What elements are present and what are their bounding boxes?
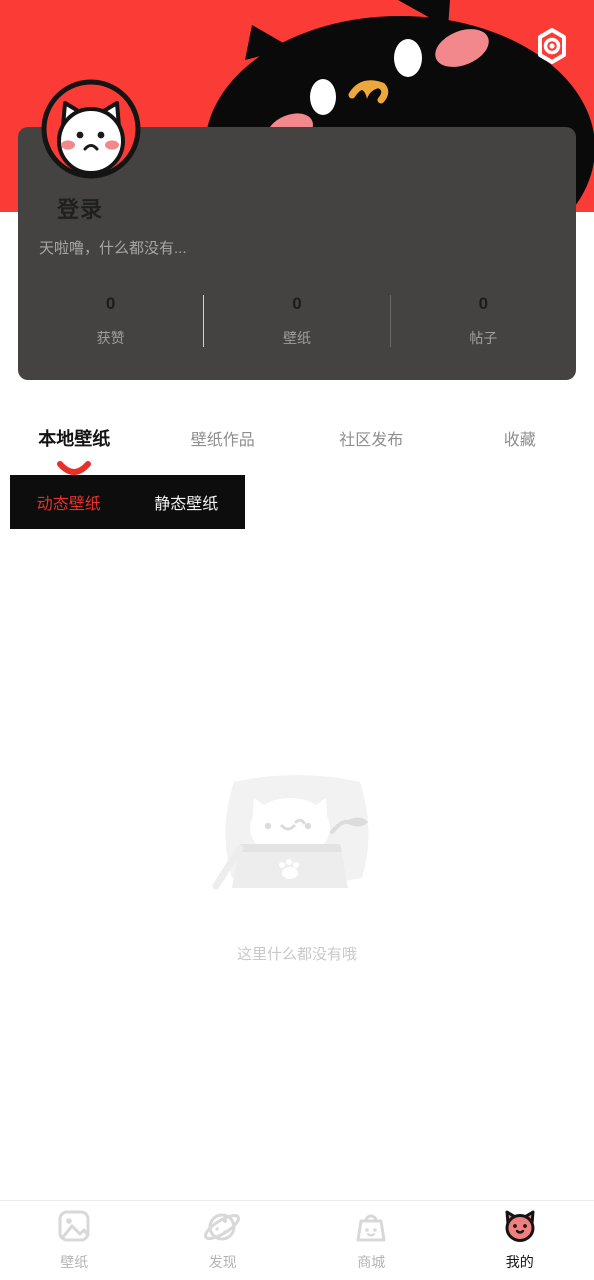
shopping-bag-cat-icon [356, 1214, 386, 1241]
nav-item-wallpaper[interactable]: 壁纸 [0, 1201, 149, 1280]
image-icon [58, 1210, 90, 1241]
nav-item-store[interactable]: 商城 [297, 1201, 446, 1280]
stat-wallpapers-label: 壁纸 [282, 330, 311, 346]
tab-wallpaper-works[interactable]: 壁纸作品 [149, 412, 298, 464]
stat-posts-value: 0 [478, 294, 489, 313]
stat-posts-label: 帖子 [469, 330, 498, 346]
gear-hexagon-icon[interactable] [532, 26, 572, 66]
profile-subtitle: 天啦噜，什么都没有... [39, 240, 187, 257]
subtab-static-wallpaper[interactable]: 静态壁纸 [128, 490, 246, 514]
stat-posts[interactable]: 0 帖子 [391, 294, 576, 348]
nav-item-store-label: 商城 [357, 1253, 386, 1270]
empty-state: 这里什么都没有哦 [0, 770, 594, 964]
subtab-dynamic-wallpaper[interactable]: 动态壁纸 [10, 490, 128, 514]
stat-likes-label: 获赞 [96, 330, 125, 346]
cat-face-icon [505, 1210, 535, 1242]
tab-wallpaper-works-label: 壁纸作品 [190, 432, 255, 449]
main-tab-bar: 本地壁纸 壁纸作品 社区发布 收藏 [0, 412, 594, 475]
stat-wallpapers-value: 0 [292, 294, 302, 313]
tab-local-wallpaper-label: 本地壁纸 [38, 429, 111, 449]
nav-item-mine[interactable]: 我的 [446, 1201, 594, 1280]
stat-likes[interactable]: 0 获赞 [18, 294, 203, 348]
tab-community-posts[interactable]: 社区发布 [297, 412, 446, 464]
nav-item-wallpaper-label: 壁纸 [60, 1253, 89, 1270]
nav-item-discover-label: 发现 [208, 1253, 237, 1270]
tab-local-wallpaper[interactable]: 本地壁纸 [0, 412, 149, 475]
stat-wallpapers[interactable]: 0 壁纸 [204, 294, 389, 348]
nav-item-discover[interactable]: 发现 [149, 1201, 298, 1280]
nav-item-mine-label: 我的 [505, 1253, 534, 1270]
cat-in-box-illustration [212, 775, 369, 890]
tab-favorites[interactable]: 收藏 [446, 412, 594, 464]
empty-state-text: 这里什么都没有哦 [236, 946, 357, 963]
avatar[interactable] [41, 79, 141, 179]
planet-icon [203, 1213, 240, 1240]
stat-likes-value: 0 [105, 294, 116, 313]
bottom-navigation-bar: 壁纸 发现 商城 我的 [0, 1200, 594, 1280]
tab-favorites-label: 收藏 [503, 432, 536, 449]
login-label[interactable]: 登录 [57, 192, 103, 224]
tab-community-posts-label: 社区发布 [339, 432, 404, 449]
sub-tab-bar: 动态壁纸 静态壁纸 [10, 475, 245, 529]
app-root: 登录 天啦噜，什么都没有... 0 获赞 0 壁纸 0 帖子 本地壁纸 壁纸作品… [0, 0, 594, 1280]
profile-stats-row: 0 获赞 0 壁纸 0 帖子 [18, 285, 576, 357]
